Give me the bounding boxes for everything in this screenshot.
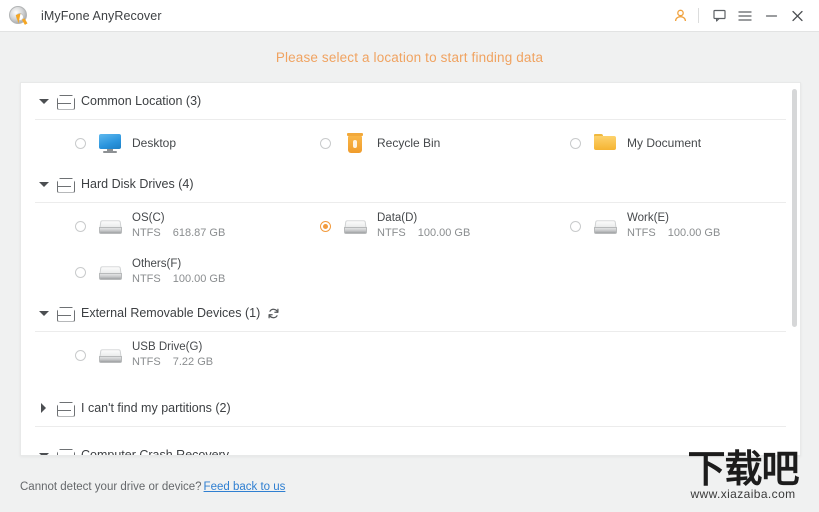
feedback-link[interactable]: Feed back to us [204, 481, 286, 493]
radio-os-c[interactable] [75, 221, 86, 232]
section-title: Computer Crash Recovery [81, 448, 229, 456]
caret-down-icon[interactable] [39, 96, 49, 106]
section-title: I can't find my partitions (2) [81, 401, 231, 415]
usb-drive-icon [97, 342, 123, 368]
drive-row: OS(C) NTFS 618.87 GB Data(D) NTFS 100.00… [21, 203, 800, 249]
section-divider [35, 426, 786, 427]
footer-text: Cannot detect your drive or device? [20, 481, 202, 493]
watermark-url: www.xiazaiba.com [690, 487, 795, 501]
hard-drive-icon [97, 213, 123, 239]
hard-drive-icon [342, 213, 368, 239]
section-header-computer-crash-recovery[interactable]: Computer Crash Recovery [21, 437, 800, 456]
list-item-os-c[interactable]: OS(C) NTFS 618.87 GB [21, 203, 271, 249]
title-bar: iMyFone AnyRecover [0, 0, 819, 32]
device-row: USB Drive(G) NTFS 7.22 GB [21, 332, 800, 378]
item-label: OS(C) [132, 211, 225, 226]
panel-scrollbar[interactable] [792, 89, 797, 451]
item-size: 618.87 GB [173, 226, 226, 241]
list-item-desktop[interactable]: Desktop [21, 120, 271, 166]
list-item-work-e[interactable]: Work(E) NTFS 100.00 GB [521, 203, 771, 249]
caret-down-icon[interactable] [39, 450, 49, 456]
folder-icon [592, 130, 618, 156]
caret-down-icon[interactable] [39, 179, 49, 189]
footer-help: Cannot detect your drive or device?Feed … [20, 481, 285, 493]
item-filesystem: NTFS [132, 272, 161, 287]
item-label: My Document [627, 136, 701, 150]
desktop-monitor-icon [97, 130, 123, 156]
hard-drive-icon [592, 213, 618, 239]
page-title: Please select a location to start findin… [0, 50, 819, 65]
location-list-panel: Common Location (3) Desktop Recycle Bin [20, 82, 801, 456]
recovery-disc-icon [8, 5, 30, 27]
hamburger-menu-icon[interactable] [732, 0, 758, 32]
list-item-others-f[interactable]: Others(F) NTFS 100.00 GB [21, 249, 271, 295]
list-item-data-d[interactable]: Data(D) NTFS 100.00 GB [271, 203, 521, 249]
section-header-hard-disk-drives[interactable]: Hard Disk Drives (4) [21, 166, 800, 202]
section-title: Hard Disk Drives (4) [81, 177, 194, 191]
app-title: iMyFone AnyRecover [41, 9, 162, 23]
section-header-cant-find-partitions[interactable]: I can't find my partitions (2) [21, 390, 800, 426]
drive-outline-icon [57, 95, 73, 108]
close-icon[interactable] [784, 0, 810, 32]
radio-my-document[interactable] [570, 138, 581, 149]
radio-others-f[interactable] [75, 267, 86, 278]
caret-down-icon[interactable] [39, 308, 49, 318]
minimize-icon[interactable] [758, 0, 784, 32]
list-item-my-document[interactable]: My Document [521, 120, 771, 166]
hard-drive-icon [97, 259, 123, 285]
radio-work-e[interactable] [570, 221, 581, 232]
list-item-recycle-bin[interactable]: Recycle Bin [271, 120, 521, 166]
caret-right-icon[interactable] [39, 403, 49, 413]
scrollbar-thumb[interactable] [792, 89, 797, 327]
drive-outline-icon [57, 402, 73, 415]
item-size: 7.22 GB [173, 355, 213, 370]
item-filesystem: NTFS [377, 226, 406, 241]
item-label: Recycle Bin [377, 136, 440, 150]
item-label: Others(F) [132, 257, 225, 272]
item-label: Data(D) [377, 211, 470, 226]
section-title: External Removable Devices (1) [81, 306, 260, 320]
app-window: iMyFone AnyRecover [0, 0, 819, 512]
refresh-icon[interactable] [267, 307, 280, 320]
item-filesystem: NTFS [627, 226, 656, 241]
item-filesystem: NTFS [132, 355, 161, 370]
section-header-external-removable-devices[interactable]: External Removable Devices (1) [21, 295, 800, 331]
recycle-bin-icon [342, 130, 368, 156]
item-label: Desktop [132, 136, 176, 150]
item-filesystem: NTFS [132, 226, 161, 241]
drive-outline-icon [57, 449, 73, 457]
section-header-common-location[interactable]: Common Location (3) [21, 83, 800, 119]
user-account-icon[interactable] [667, 0, 693, 32]
drive-row: Others(F) NTFS 100.00 GB [21, 249, 800, 295]
list-item-usb-drive-g[interactable]: USB Drive(G) NTFS 7.22 GB [21, 332, 271, 378]
item-size: 100.00 GB [173, 272, 226, 287]
location-row: Desktop Recycle Bin My Document [21, 120, 800, 166]
window-controls [667, 0, 819, 32]
item-size: 100.00 GB [418, 226, 471, 241]
radio-usb-drive-g[interactable] [75, 350, 86, 361]
item-size: 100.00 GB [668, 226, 721, 241]
item-label: USB Drive(G) [132, 340, 213, 355]
item-label: Work(E) [627, 211, 720, 226]
toolbar-divider [698, 8, 699, 23]
message-bubble-icon[interactable] [706, 0, 732, 32]
section-title: Common Location (3) [81, 94, 201, 108]
radio-recycle-bin[interactable] [320, 138, 331, 149]
drive-outline-icon [57, 178, 73, 191]
drive-outline-icon [57, 307, 73, 320]
radio-desktop[interactable] [75, 138, 86, 149]
radio-data-d[interactable] [320, 221, 331, 232]
